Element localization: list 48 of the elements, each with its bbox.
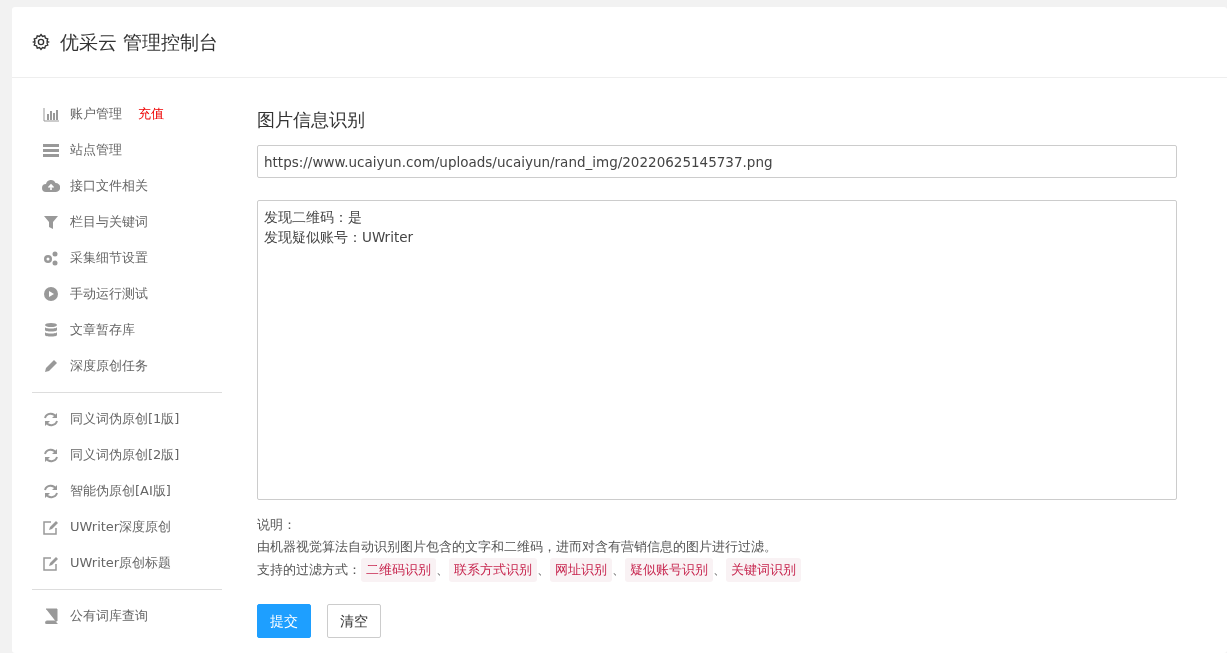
- database-icon: [42, 322, 60, 338]
- console-title: 优采云 管理控制台: [60, 29, 219, 55]
- filter-icon: [42, 214, 60, 230]
- clear-button[interactable]: 清空: [327, 604, 381, 638]
- refresh-icon: [42, 447, 60, 463]
- result-line: 发现二维码：是: [264, 208, 363, 227]
- play-circle-icon: [42, 286, 60, 302]
- url-field[interactable]: https://www.ucaiyun.com/uploads/ucaiyun/rand_img/20220625145737.png: [257, 145, 1177, 178]
- sidebar-item[interactable]: 同义词伪原创[2版]: [32, 437, 222, 473]
- separator-mark: 、: [537, 561, 550, 579]
- separator-mark: 、: [713, 561, 726, 579]
- recharge-link[interactable]: 充值: [138, 104, 164, 124]
- separator-mark: 、: [612, 561, 625, 579]
- edit-icon: [42, 555, 60, 571]
- sidebar-item[interactable]: 智能伪原创[AI版]: [32, 473, 222, 509]
- settings-icon: [32, 33, 50, 51]
- edit-icon: [42, 519, 60, 535]
- sidebar-item[interactable]: 栏目与关键词: [32, 204, 222, 240]
- sidebar-item[interactable]: 采集细节设置: [32, 240, 222, 276]
- sidebar-item[interactable]: 同义词伪原创[1版]: [32, 401, 222, 437]
- refresh-icon: [42, 411, 60, 427]
- filters-label: 支持的过滤方式：: [257, 561, 361, 579]
- sidebar-item[interactable]: 手动运行测试: [32, 276, 222, 312]
- filter-tag: 关键词识别: [726, 558, 801, 582]
- sidebar-item[interactable]: 公有词库查询: [32, 598, 222, 634]
- sidebar-item[interactable]: UWriter深度原创: [32, 509, 222, 545]
- sidebar-item[interactable]: 账户管理 充值: [32, 96, 222, 132]
- refresh-icon: [42, 483, 60, 499]
- section-title: 图片信息识别: [257, 108, 366, 132]
- sidebar-item[interactable]: 接口文件相关: [32, 168, 222, 204]
- result-box[interactable]: 发现二维码：是 发现疑似账号：UWriter: [257, 200, 1177, 500]
- filter-tag: 疑似账号识别: [625, 558, 713, 582]
- sidebar-item[interactable]: 深度原创任务: [32, 348, 222, 384]
- cloud-upload-icon: [42, 178, 60, 194]
- bar-chart-icon: [42, 106, 60, 122]
- notes-label: 说明：: [257, 516, 297, 534]
- server-icon: [42, 142, 60, 158]
- filter-tag: 网址识别: [550, 558, 612, 582]
- description-text: 由机器视觉算法自动识别图片包含的文字和二维码，进而对含有营销信息的图片进行过滤。: [257, 538, 778, 556]
- sidebar-item[interactable]: 文章暂存库: [32, 312, 222, 348]
- filter-tag: 二维码识别: [361, 558, 436, 582]
- sidebar-item[interactable]: 站点管理: [32, 132, 222, 168]
- separator-mark: 、: [436, 561, 449, 579]
- filter-tag: 联系方式识别: [449, 558, 537, 582]
- gears-icon: [42, 250, 60, 266]
- pencil-icon: [42, 358, 60, 374]
- result-line: 发现疑似账号：UWriter: [264, 228, 415, 248]
- sidebar-item[interactable]: UWriter原创标题: [32, 545, 222, 581]
